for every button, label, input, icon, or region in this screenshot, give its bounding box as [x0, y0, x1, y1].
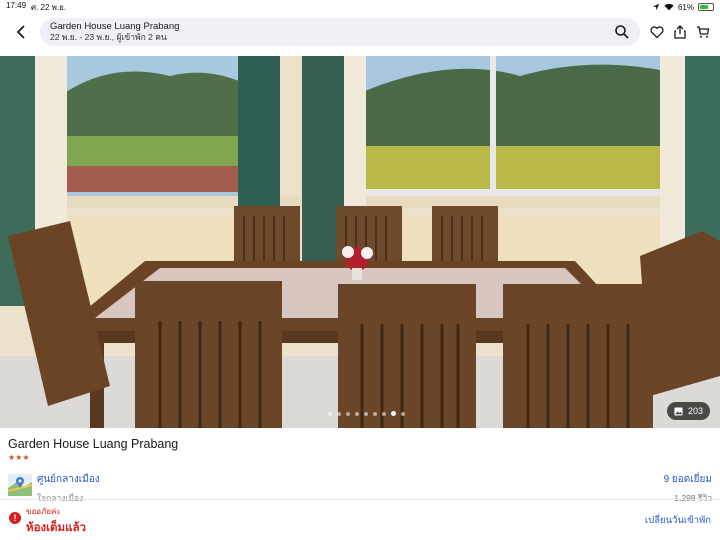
sold-out-label: ห้องเต็มแล้ว	[26, 522, 86, 534]
divider	[0, 499, 720, 500]
review-count: 1,298 รีวิว	[674, 493, 712, 503]
search-dates-guests: 22 พ.ย. - 23 พ.ย., ผู้เข้าพัก 2 คน	[50, 32, 167, 42]
favorite-button[interactable]	[650, 25, 664, 39]
gallery-dot[interactable]	[327, 411, 332, 416]
gallery-dot[interactable]	[363, 411, 368, 416]
map-pin-icon	[7, 474, 33, 496]
gallery-page-indicator	[0, 411, 720, 416]
wifi-icon	[664, 3, 674, 11]
search-header: Garden House Luang Prabang 22 พ.ย. - 23 …	[0, 14, 720, 50]
status-bar: 17:49 ศ. 22 พ.ย. 61%	[0, 0, 720, 14]
gallery-dot[interactable]	[354, 411, 359, 416]
search-icon	[615, 25, 629, 39]
hotel-name: Garden House Luang Prabang	[8, 437, 179, 451]
location-title[interactable]: ศูนย์กลางเมือง	[37, 472, 100, 487]
gallery-dot[interactable]	[400, 411, 405, 416]
gallery-dot[interactable]	[336, 411, 341, 416]
sold-out-notice: ขออภัยค่ะ ห้องเต็มแล้ว	[26, 505, 86, 537]
change-dates-link[interactable]: เปลี่ยนวันเข้าพัก	[645, 513, 711, 528]
search-button[interactable]	[614, 24, 630, 40]
search-hotel-name: Garden House Luang Prabang	[50, 21, 180, 32]
cart-icon	[697, 26, 710, 38]
status-time: 17:49	[6, 0, 27, 10]
share-button[interactable]	[673, 25, 687, 39]
cart-button[interactable]	[696, 25, 710, 39]
location-arrow-icon	[652, 3, 660, 11]
share-icon	[674, 25, 686, 39]
status-date: ศ. 22 พ.ย.	[31, 2, 67, 12]
hotel-photo-gallery[interactable]: 203	[0, 56, 720, 428]
back-button[interactable]	[8, 19, 34, 45]
chevron-left-icon	[16, 25, 25, 39]
search-summary-pill[interactable]: Garden House Luang Prabang 22 พ.ย. - 23 …	[40, 18, 640, 46]
hotel-star-rating: ★★★	[8, 453, 30, 462]
location-subtitle: ใจกลางเมือง	[37, 493, 84, 503]
review-summary[interactable]: 9 ยอดเยี่ยม 1,298 รีวิว	[664, 472, 712, 505]
review-score[interactable]: 9 ยอดเยี่ยม	[664, 472, 712, 487]
battery-icon	[698, 3, 714, 11]
gallery-dot[interactable]	[381, 411, 386, 416]
sold-out-apology: ขออภัยค่ะ	[26, 507, 61, 516]
battery-percent: 61%	[677, 2, 694, 12]
gallery-dot[interactable]	[372, 411, 377, 416]
location-info[interactable]: ศูนย์กลางเมือง ใจกลางเมือง	[37, 472, 100, 505]
photo-count-badge[interactable]: 203	[666, 402, 710, 420]
alert-icon: !	[9, 512, 21, 524]
image-icon	[674, 406, 683, 416]
heart-icon	[650, 26, 664, 39]
photo-count: 203	[687, 406, 703, 416]
gallery-dot[interactable]	[390, 411, 396, 416]
hotel-dining-room-photo	[0, 56, 720, 428]
gallery-dot[interactable]	[345, 411, 350, 416]
